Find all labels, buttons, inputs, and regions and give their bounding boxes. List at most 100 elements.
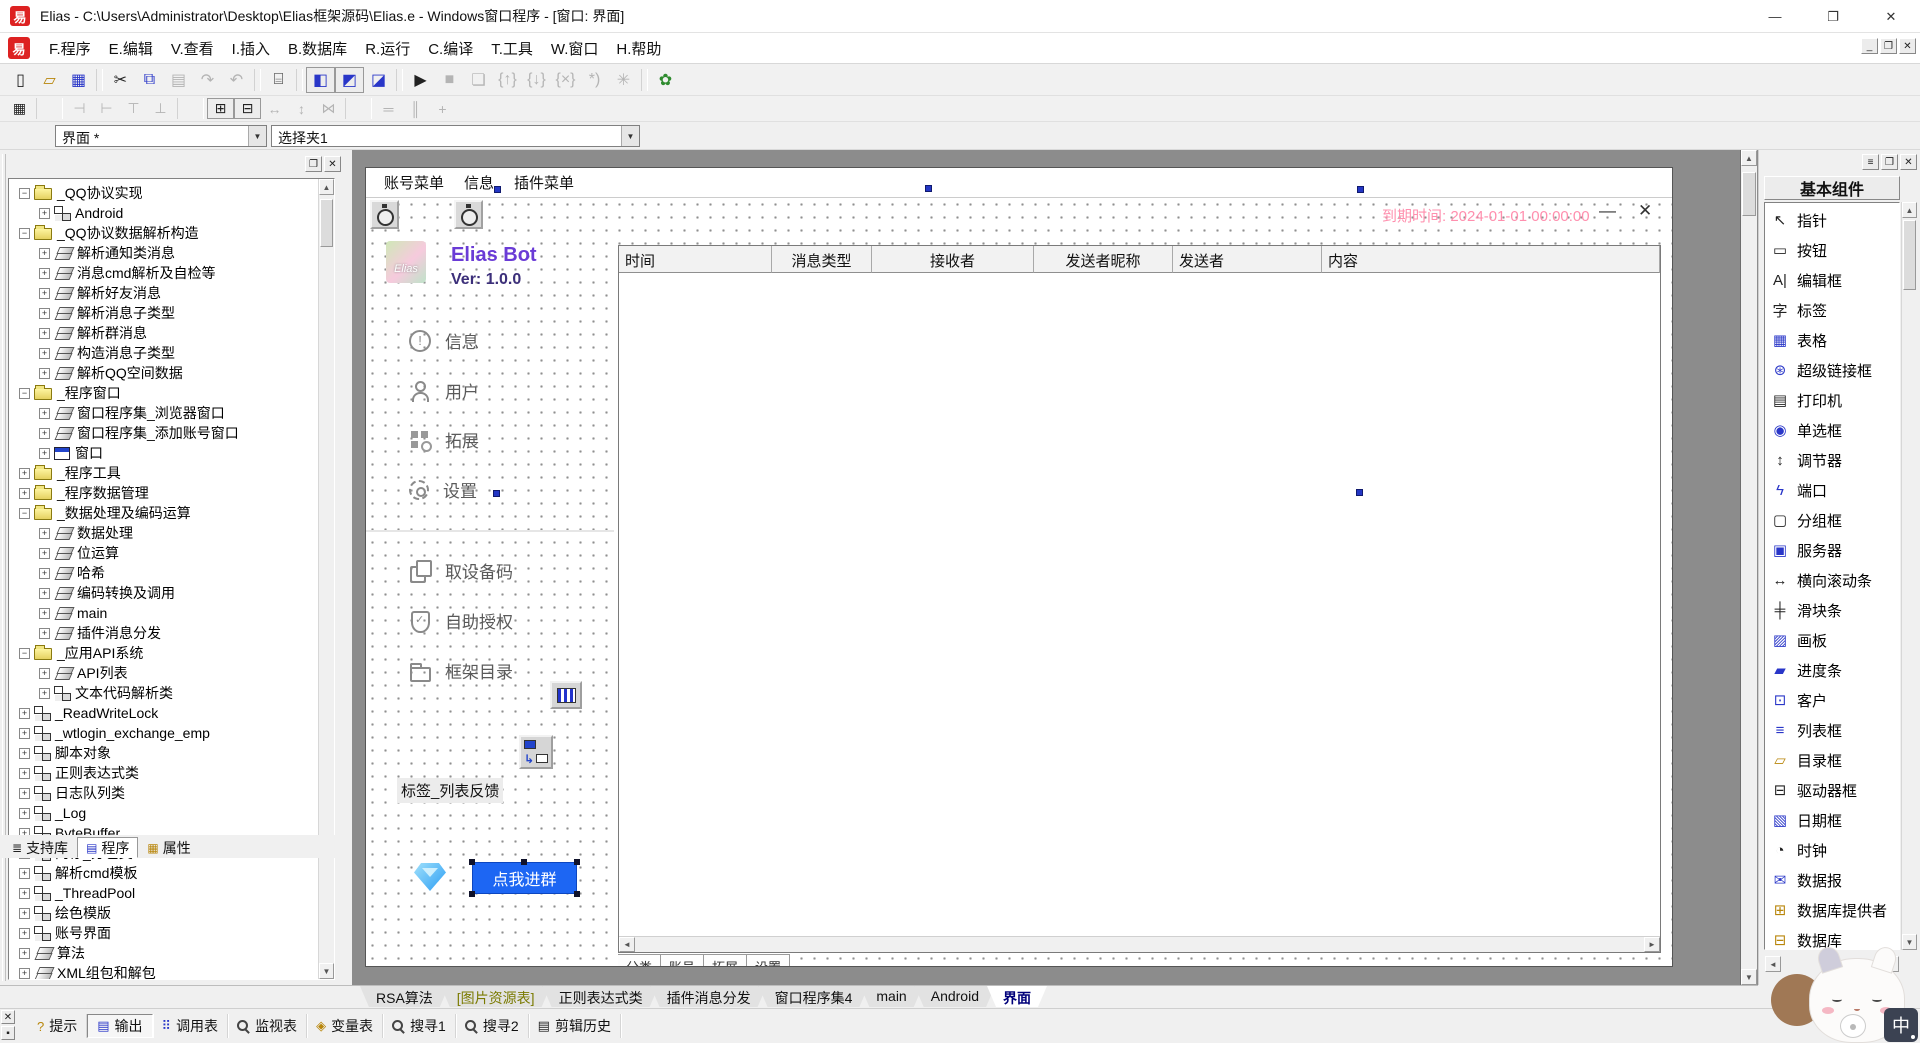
palette-item[interactable]: ▤ 打印机: [1765, 385, 1899, 415]
palette-item[interactable]: ◉ 单选框: [1765, 415, 1899, 445]
form-bottom-tab[interactable]: 分类: [618, 954, 661, 967]
form-bottom-tab[interactable]: 账号: [661, 954, 704, 967]
tree-item[interactable]: + 消息cmd解析及自检等: [11, 263, 316, 283]
column-header[interactable]: 发送者昵称: [1034, 246, 1173, 273]
save-button[interactable]: ▦: [64, 67, 93, 93]
scroll-down-icon[interactable]: ▼: [1741, 969, 1757, 985]
expand-toggle[interactable]: +: [19, 968, 30, 979]
tree-item[interactable]: + 位运算: [11, 543, 316, 563]
separator[interactable]: [641, 69, 648, 91]
same-size-button[interactable]: +: [429, 98, 456, 119]
tab-rsa[interactable]: RSA算法: [360, 986, 449, 1007]
expand-toggle[interactable]: +: [39, 308, 50, 319]
tree-item[interactable]: + 窗口程序集_浏览器窗口: [11, 403, 316, 423]
palette-item[interactable]: ↔ 横向滚动条: [1765, 565, 1899, 595]
palette-item[interactable]: ▱ 目录框: [1765, 745, 1899, 775]
tree-item[interactable]: + _程序工具: [11, 463, 316, 483]
tree-item[interactable]: + _Log: [11, 803, 316, 823]
tree-item[interactable]: − _数据处理及编码运算: [11, 503, 316, 523]
palette-item[interactable]: ╪ 滑块条: [1765, 595, 1899, 625]
tree-item[interactable]: + 数据处理: [11, 523, 316, 543]
column-header[interactable]: 发送者: [1173, 246, 1322, 273]
tree-item[interactable]: + _ReadWriteLock: [11, 703, 316, 723]
palette-item[interactable]: ↖ 指针: [1765, 205, 1899, 235]
expand-toggle[interactable]: +: [39, 668, 50, 679]
selection-handle[interactable]: [1356, 489, 1363, 496]
tree-item[interactable]: + 插件消息分发: [11, 623, 316, 643]
maximize-button[interactable]: ❐: [1804, 0, 1862, 33]
palette-item[interactable]: ≡ 列表框: [1765, 715, 1899, 745]
pause-button[interactable]: ✳: [609, 67, 638, 93]
tree-item[interactable]: + 脚本对象: [11, 743, 316, 763]
palette-item[interactable]: ▭ 按钮: [1765, 235, 1899, 265]
expand-toggle[interactable]: +: [39, 248, 50, 259]
tree-item[interactable]: + XML组包和解包: [11, 963, 316, 980]
nav-self-authorize[interactable]: 自助授权: [409, 608, 513, 633]
menu-run[interactable]: R.运行: [356, 34, 419, 63]
invisible-component-databar[interactable]: [550, 681, 582, 709]
scroll-up-icon[interactable]: ▲: [1741, 150, 1757, 166]
same-height-button[interactable]: ║: [402, 98, 429, 119]
palette-item[interactable]: ✉ 数据报: [1765, 865, 1899, 895]
palette-scrollbar[interactable]: ▲ ▼: [1901, 202, 1917, 950]
column-header[interactable]: 接收者: [872, 246, 1034, 273]
form-menu-account[interactable]: 账号菜单: [374, 169, 454, 196]
tree-item[interactable]: + _ThreadPool: [11, 883, 316, 903]
tab-search1[interactable]: 搜寻1: [383, 1014, 456, 1038]
selection-handle[interactable]: [1357, 186, 1364, 193]
palette-title[interactable]: 基本组件: [1764, 176, 1900, 200]
palette-close-button[interactable]: ✕: [1900, 154, 1917, 170]
expand-toggle[interactable]: +: [19, 788, 30, 799]
tab-call-table[interactable]: ⠿ 调用表: [153, 1014, 229, 1038]
expand-toggle[interactable]: +: [19, 488, 30, 499]
separator[interactable]: [177, 98, 204, 119]
tree-item[interactable]: + 哈希: [11, 563, 316, 583]
listview-hscrollbar[interactable]: ◄ ►: [619, 936, 1660, 952]
palette-item[interactable]: ◔ 时钟: [1765, 835, 1899, 865]
expand-toggle[interactable]: +: [19, 768, 30, 779]
tab-output[interactable]: ▤ 输出: [87, 1014, 152, 1038]
tree-item[interactable]: − _应用API系统: [11, 643, 316, 663]
scroll-left-icon[interactable]: ◄: [619, 937, 635, 952]
tab-variable-table[interactable]: ◈ 变量表: [307, 1014, 383, 1038]
scroll-right-icon[interactable]: ►: [1644, 937, 1660, 952]
selection-handle[interactable]: [925, 185, 932, 192]
expand-toggle[interactable]: +: [19, 888, 30, 899]
palette-item[interactable]: ⊟ 数据库: [1765, 925, 1899, 950]
separator[interactable]: [96, 69, 103, 91]
tree-item[interactable]: + Android: [11, 203, 316, 223]
tab-interface[interactable]: 界面: [987, 986, 1047, 1007]
join-group-button[interactable]: 点我进群: [472, 862, 577, 894]
tree-item[interactable]: + main: [11, 603, 316, 623]
close-button[interactable]: ✕: [1862, 0, 1920, 33]
menu-help[interactable]: H.帮助: [607, 34, 670, 63]
column-header[interactable]: 时间: [619, 246, 772, 273]
minimize-button[interactable]: —: [1746, 0, 1804, 33]
palette-restore-button[interactable]: ❐: [1881, 154, 1898, 170]
palette-item[interactable]: ▢ 分组框: [1765, 505, 1899, 535]
tab-regex-class[interactable]: 正则表达式类: [543, 986, 659, 1007]
palette-item[interactable]: ▦ 表格: [1765, 325, 1899, 355]
tab-clipboard-history[interactable]: ▤ 剪辑历史: [529, 1014, 621, 1038]
mdi-minimize-button[interactable]: _: [1861, 38, 1878, 54]
tree-item[interactable]: + 编码转换及调用: [11, 583, 316, 603]
scrollbar-thumb[interactable]: [1742, 172, 1756, 216]
tree-item[interactable]: + 日志队列类: [11, 783, 316, 803]
tree-item[interactable]: + 解析群消息: [11, 323, 316, 343]
expand-toggle[interactable]: +: [39, 588, 50, 599]
palette-item[interactable]: ⊞ 数据库提供者: [1765, 895, 1899, 925]
tree-item[interactable]: + 解析cmd模板: [11, 863, 316, 883]
form-close-button[interactable]: ✕: [1638, 201, 1652, 221]
expand-toggle[interactable]: +: [39, 448, 50, 459]
scroll-up-icon[interactable]: ▲: [1902, 202, 1917, 218]
ime-language-button[interactable]: 中: [1884, 1008, 1918, 1042]
selection-handle[interactable]: [494, 186, 501, 193]
palette-item[interactable]: ▧ 日期框: [1765, 805, 1899, 835]
column-header[interactable]: 内容: [1322, 246, 1660, 273]
menu-view[interactable]: V.查看: [162, 34, 223, 63]
tab-search2[interactable]: 搜寻2: [456, 1014, 529, 1038]
open-file-button[interactable]: ▱: [35, 67, 64, 93]
separator[interactable]: [296, 69, 303, 91]
support-library-button[interactable]: ✿: [651, 67, 680, 93]
mdi-close-button[interactable]: ✕: [1899, 38, 1916, 54]
